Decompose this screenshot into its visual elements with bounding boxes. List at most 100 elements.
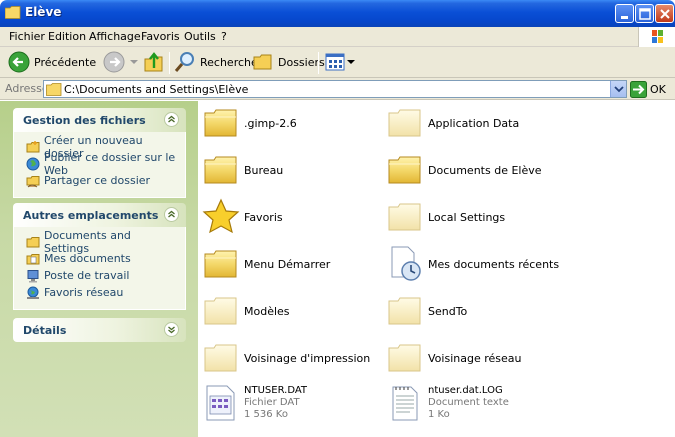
minimize-icon: [621, 16, 628, 19]
task-publish-web[interactable]: Publier ce dossier sur le Web: [26, 151, 177, 177]
file-item[interactable]: Voisinage réseau: [386, 339, 521, 377]
file-name: Voisinage réseau: [428, 351, 522, 365]
other-places-title: Autres emplacements: [23, 209, 159, 222]
expand-button[interactable]: [164, 322, 179, 337]
file-name: Modèles: [244, 304, 290, 318]
back-button[interactable]: Précédente: [8, 50, 114, 74]
chevron-up-icon: [168, 210, 175, 218]
windows-flag-icon: [652, 30, 663, 43]
chevron-down-icon: [347, 60, 355, 64]
details-header[interactable]: Détails: [13, 318, 186, 342]
file-meta: NTUSER.DAT Fichier DAT 1 536 Ko: [244, 385, 307, 421]
folder-faded-icon: [388, 109, 421, 137]
file-tasks-header[interactable]: Gestion des fichiers: [13, 108, 186, 132]
place-label: Favoris réseau: [44, 286, 124, 299]
menu-help[interactable]: ?: [221, 30, 227, 43]
file-item[interactable]: Documents de Elève: [386, 151, 542, 189]
file-name: Documents de Elève: [428, 163, 542, 177]
place-documents-settings[interactable]: Documents and Settings: [26, 229, 177, 255]
views-button[interactable]: [324, 50, 356, 74]
task-label: Partager ce dossier: [44, 174, 151, 187]
recent-docs-icon: [391, 246, 421, 281]
task-label: Publier ce dossier sur le Web: [44, 150, 176, 177]
place-label: Documents and Settings: [44, 228, 131, 255]
views-icon: [325, 53, 345, 71]
network-icon: [27, 286, 39, 299]
file-name: Bureau: [244, 163, 284, 177]
folder-icon: [388, 156, 421, 184]
maximize-icon: [639, 8, 651, 20]
folder-faded-icon: [388, 297, 421, 325]
title-bar[interactable]: Elève: [0, 0, 675, 27]
collapse-button[interactable]: [164, 112, 179, 127]
file-item[interactable]: SendTo: [386, 292, 467, 330]
file-size: 1 Ko: [428, 409, 450, 420]
menu-edition[interactable]: Edition: [48, 30, 86, 43]
forward-button[interactable]: [103, 50, 140, 74]
details-panel: Détails: [13, 318, 186, 342]
back-label: Précédente: [34, 55, 97, 69]
menu-fichier[interactable]: Fichier: [9, 30, 45, 43]
file-item[interactable]: Local Settings: [386, 198, 505, 236]
star-icon: [202, 198, 240, 234]
menu-affichage[interactable]: Affichage: [89, 30, 141, 43]
details-title: Détails: [23, 324, 67, 337]
file-item[interactable]: Bureau: [202, 151, 283, 189]
go-button[interactable]: OK: [630, 81, 666, 98]
file-item[interactable]: NTUSER.DAT Fichier DAT 1 536 Ko: [202, 384, 307, 422]
text-file-icon: [392, 386, 418, 421]
file-name: Application Data: [428, 116, 520, 130]
file-item[interactable]: Voisinage d'impression: [202, 339, 370, 377]
address-bar: Adresse C:\Documents and Settings\Elève …: [0, 78, 675, 100]
chevron-down-icon[interactable]: [128, 57, 140, 67]
folder-faded-icon: [388, 344, 421, 372]
other-places-header[interactable]: Autres emplacements: [13, 203, 186, 227]
computer-icon: [27, 269, 39, 282]
file-item[interactable]: Menu Démarrer: [202, 245, 330, 283]
maximize-button[interactable]: [635, 4, 654, 23]
folder-faded-icon: [204, 297, 237, 325]
place-my-computer[interactable]: Poste de travail: [26, 267, 177, 284]
file-item[interactable]: .gimp-2.6: [202, 104, 297, 142]
file-item[interactable]: Application Data: [386, 104, 519, 142]
close-button[interactable]: [655, 4, 674, 23]
file-meta: ntuser.dat.LOG Document texte 1 Ko: [428, 385, 509, 421]
chevron-down-icon: [168, 326, 175, 334]
globe-icon: [26, 157, 40, 170]
folder-icon: [204, 109, 237, 137]
up-folder-button[interactable]: [143, 50, 165, 74]
file-item[interactable]: ntuser.dat.LOG Document texte 1 Ko: [386, 384, 509, 422]
file-item[interactable]: Mes documents récents: [386, 245, 559, 283]
file-view: .gimp-2.6 Application Data Bureau Docume…: [198, 101, 675, 437]
menu-bar: Fichier Edition Affichage Favoris Outils…: [0, 27, 675, 47]
file-item[interactable]: Modèles: [202, 292, 290, 330]
folder-icon: [46, 83, 62, 96]
file-name: .gimp-2.6: [244, 116, 297, 130]
folders-button[interactable]: Dossiers: [252, 50, 325, 74]
share-folder-icon: [26, 175, 40, 187]
menu-outils[interactable]: Outils: [184, 30, 216, 43]
place-network[interactable]: Favoris réseau: [26, 284, 177, 301]
place-label: Poste de travail: [44, 269, 130, 282]
address-dropdown-button[interactable]: [610, 81, 626, 97]
chevron-up-icon: [168, 115, 175, 123]
new-folder-icon: [26, 140, 40, 152]
collapse-button[interactable]: [164, 207, 179, 222]
up-folder-icon: [144, 52, 163, 72]
file-name: ntuser.dat.LOG: [428, 385, 503, 396]
file-name: Voisinage d'impression: [244, 351, 371, 365]
file-type: Document texte: [428, 397, 509, 408]
place-label: Mes documents: [44, 252, 131, 265]
file-item[interactable]: Favoris: [202, 198, 283, 236]
menu-favoris[interactable]: Favoris: [141, 30, 180, 43]
toolbar: Précédente Rechercher Dossiers: [0, 47, 675, 78]
file-size: 1 536 Ko: [244, 409, 288, 420]
file-name: Favoris: [244, 210, 283, 224]
address-input[interactable]: C:\Documents and Settings\Elève: [43, 80, 627, 98]
folder-faded-icon: [204, 344, 237, 372]
minimize-button[interactable]: [615, 4, 634, 23]
folder-icon: [26, 236, 40, 247]
go-label: OK: [650, 83, 666, 96]
window-title: Elève: [25, 5, 62, 19]
search-button[interactable]: Rechercher: [174, 50, 262, 74]
